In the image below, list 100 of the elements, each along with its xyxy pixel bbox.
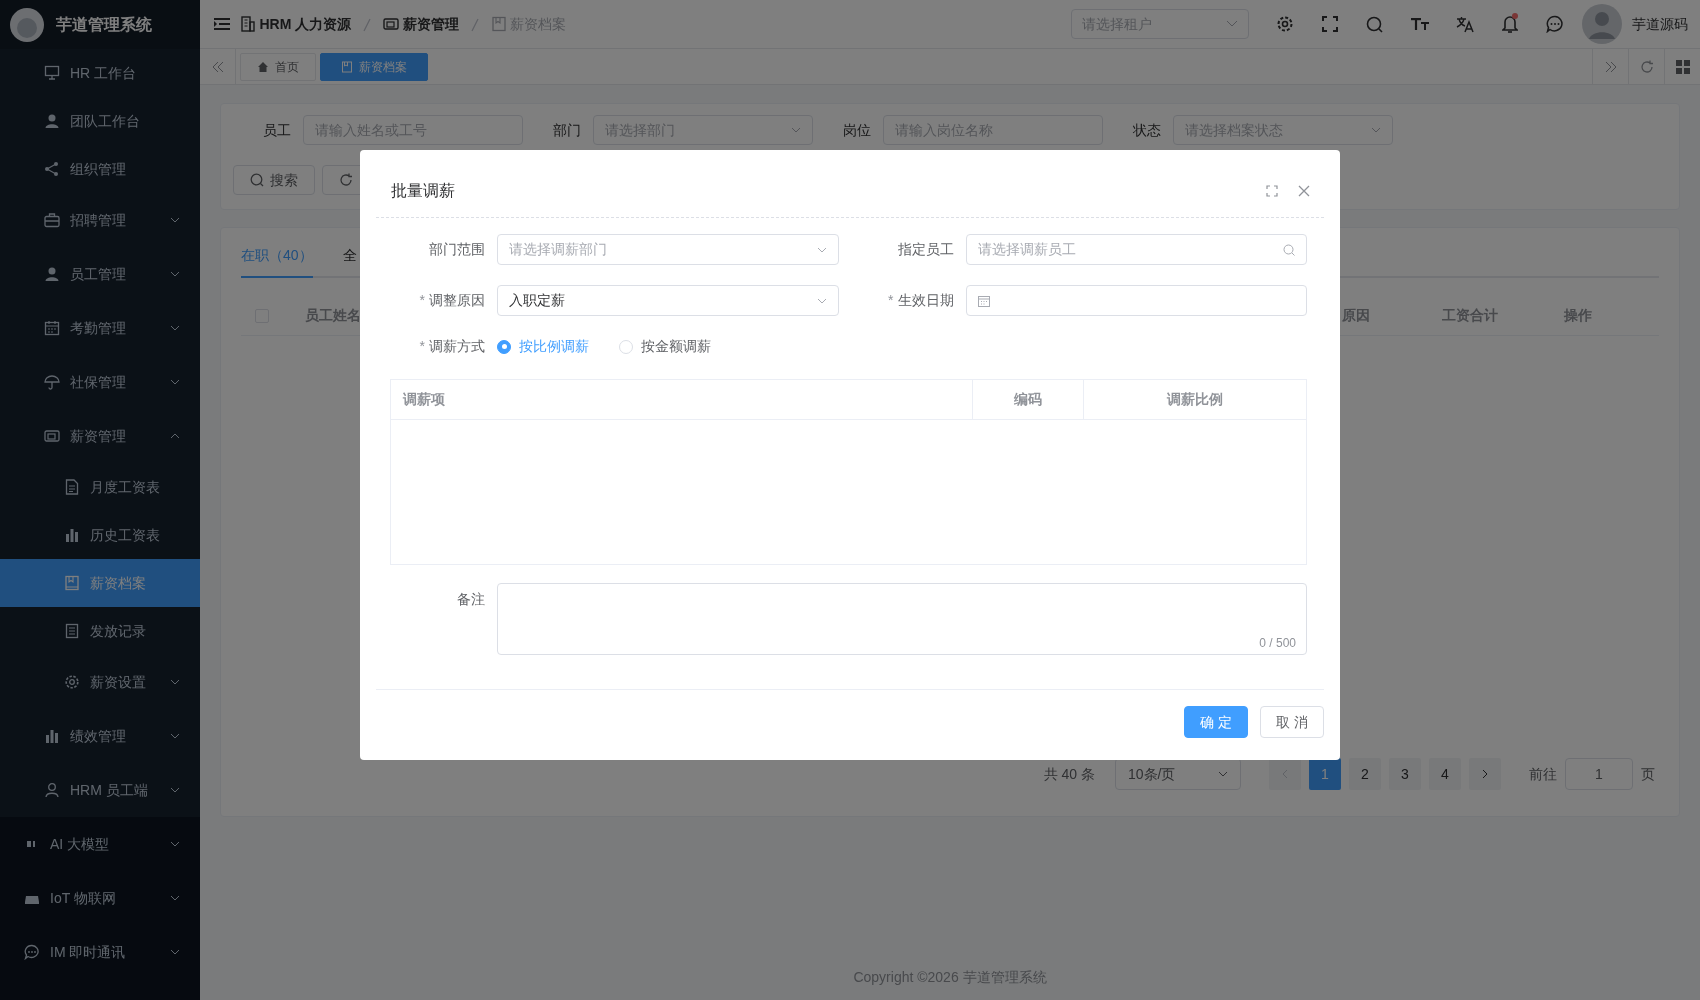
confirm-button[interactable]: 确 定 [1184,706,1248,738]
menu-item[interactable]: 薪资管理 [0,409,200,463]
menu-item[interactable]: 薪资档案 [0,559,200,607]
menu-item[interactable]: IM 即时通讯 [0,925,200,979]
chevron-down-icon [1218,771,1228,777]
document-icon [64,479,80,495]
column-header: 调薪比例 [1167,390,1223,409]
prev-page-button[interactable] [1269,758,1301,790]
breadcrumb-link[interactable]: 薪资管理 [383,13,459,35]
app-title: 芋道管理系统 [56,14,152,35]
menu-item[interactable]: 社保管理 [0,355,200,409]
refresh-icon[interactable] [1639,59,1654,74]
font-size-icon[interactable] [1410,17,1429,31]
double-chevron-right-icon[interactable] [1604,60,1617,73]
page-button[interactable]: 1 [1309,758,1341,790]
radio-option[interactable]: 按金额调薪 [619,336,711,357]
search-field[interactable]: 请选择调薪员工 [965,234,1307,265]
calendar-icon [977,294,990,307]
grid-icon[interactable] [1675,59,1690,74]
menu-item[interactable]: 发放记录 [0,607,200,655]
menu-item[interactable]: 月度工资表 [0,463,200,511]
list-tab[interactable]: 在职（40） [241,245,313,278]
required-mark: * [419,338,425,354]
person-icon [44,113,60,129]
field-label: 岗位 [842,120,872,140]
field-label: 员工 [262,120,292,140]
field-label: 部门范围 [429,241,485,257]
chat-icon [24,944,40,960]
logo-icon [8,5,46,44]
menu-item[interactable]: 招聘管理 [0,193,200,247]
book-icon [490,16,507,32]
list-tab[interactable]: 全 [342,245,357,278]
book-icon [64,575,80,591]
menu-item[interactable]: 绩效管理 [0,709,200,763]
translate-icon[interactable] [1455,15,1474,33]
page-input[interactable]: 1 [1565,758,1633,790]
menu-item[interactable]: 组织管理 [0,145,200,193]
menu-item[interactable]: AI 大模型 [0,817,200,871]
close-icon[interactable] [1298,184,1310,197]
menu-item[interactable]: HRM 员工端 [0,763,200,817]
share-icon [44,161,60,177]
cancel-button[interactable]: 取 消 [1260,706,1324,738]
book-icon [341,60,353,73]
page-tab[interactable]: 薪资档案 [320,52,428,81]
separator-icon [363,17,372,32]
search-icon [1283,243,1295,256]
menu-item[interactable]: 考勤管理 [0,301,200,355]
double-chevron-left-icon[interactable] [211,60,224,73]
page-button[interactable]: 2 [1349,758,1381,790]
menu-item[interactable]: 员工管理 [0,247,200,301]
menu-item[interactable]: 薪资设置 [0,655,200,709]
monitor-icon [44,65,60,81]
refresh-icon [339,173,353,187]
page-suffix: 页 [1641,764,1655,784]
page-tab[interactable]: 首页 [240,52,316,81]
column-header: 调薪项 [403,390,445,409]
menu-item[interactable]: IoT 物联网 [0,871,200,925]
gear-icon [64,674,80,690]
briefcase-icon [44,212,60,228]
goto-label: 前往 [1529,764,1557,784]
remark-textarea[interactable]: 0 / 500 [497,583,1307,655]
avatar[interactable] [1582,4,1622,44]
separator-icon [470,17,479,32]
page-button[interactable]: 3 [1389,758,1421,790]
total-count: 共 40 条 [1043,764,1095,784]
search-icon[interactable] [1366,15,1383,33]
date-field[interactable] [965,285,1307,316]
chevron-down-icon [791,127,801,133]
select-field[interactable]: 请选择调薪部门 [497,234,839,265]
bar-chart-icon [64,527,80,543]
calendar-icon [44,320,60,336]
bell-icon[interactable] [1501,15,1518,33]
home-icon [257,60,269,73]
select-field[interactable]: 入职定薪 [497,285,839,316]
chevron-right-icon [1482,769,1488,779]
search-icon [250,173,264,187]
field-label: 调薪方式 [429,338,485,354]
umbrella-icon [44,374,60,390]
chat-icon[interactable] [1545,15,1564,33]
field-label: 状态 [1132,120,1162,140]
chevron-down-icon [816,297,827,304]
required-mark: * [419,292,425,308]
field-label: 调整原因 [429,292,485,308]
field-label: 生效日期 [897,292,954,308]
menu-icon[interactable] [214,17,230,31]
breadcrumb-link[interactable]: HRM 人力资源 [240,13,352,35]
menu-item[interactable]: HR 工作台 [0,49,200,97]
fullscreen-icon[interactable] [1321,16,1338,32]
menu-item[interactable]: 历史工资表 [0,511,200,559]
search-button[interactable]: 搜索 [233,165,315,195]
fullscreen-icon[interactable] [1266,184,1278,197]
menu-item[interactable]: 团队工作台 [0,97,200,145]
radio-option[interactable]: 按比例调薪 [497,336,589,357]
page-button[interactable]: 4 [1429,758,1461,790]
field-label: 备注 [457,591,485,607]
user-name[interactable]: 芋道源码 [1632,13,1688,35]
chevron-left-icon [1282,769,1288,779]
wallet-icon [44,428,60,444]
bar-chart-icon [44,728,60,744]
settings-icon[interactable] [1275,15,1294,33]
